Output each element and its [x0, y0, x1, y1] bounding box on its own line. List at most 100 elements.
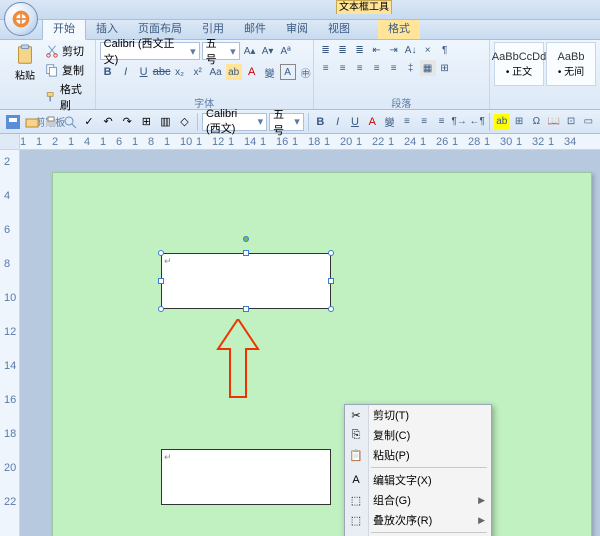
style-no-spacing[interactable]: AaBb • 无间: [546, 42, 596, 86]
handle-w[interactable]: [158, 278, 164, 284]
ctx-edit-text[interactable]: A编辑文字(X): [345, 470, 491, 490]
phonetic-button[interactable]: 變: [262, 64, 278, 80]
copy-button[interactable]: 复制: [42, 61, 91, 79]
copy-icon: ⎘: [345, 426, 367, 444]
qat-align-l[interactable]: ≡: [399, 114, 414, 130]
ribbon-tabs: 开始 插入 页面布局 引用 邮件 审阅 视图 格式: [0, 20, 600, 40]
qat-underline-button[interactable]: U: [347, 114, 362, 130]
font-name-combo[interactable]: Calibri (西文正文)▾: [100, 42, 200, 60]
context-menu: ✂剪切(T) ⎘复制(C) 📋粘贴(P) A编辑文字(X) ⬚组合(G)▶ ⬚叠…: [344, 404, 492, 536]
bullets-button[interactable]: ≣: [318, 42, 334, 58]
qat-preview-icon[interactable]: [61, 113, 78, 131]
qat-shapes-icon[interactable]: ◇: [176, 113, 193, 131]
ctx-group[interactable]: ⬚组合(G)▶: [345, 490, 491, 510]
clear-format-icon[interactable]: Aª: [278, 43, 294, 59]
change-case-button[interactable]: Aa: [208, 64, 224, 80]
align-left-button[interactable]: ≡: [318, 60, 334, 76]
tab-view[interactable]: 视图: [318, 17, 360, 39]
qat-color-button[interactable]: A: [365, 114, 380, 130]
font-color-button[interactable]: A: [244, 64, 260, 80]
qat-phonetic-button[interactable]: 變: [382, 114, 397, 130]
qat-align-r[interactable]: ≡: [434, 114, 449, 130]
shading-button[interactable]: ▦: [420, 60, 436, 76]
qat-columns-icon[interactable]: ▥: [157, 113, 174, 131]
qat-ltr[interactable]: ¶→: [451, 114, 467, 130]
format-painter-button[interactable]: 格式刷: [42, 80, 91, 114]
document-scroll[interactable]: ↵ ↵: [20, 150, 600, 536]
char-border-button[interactable]: A: [280, 64, 296, 80]
highlight-button[interactable]: ab: [226, 64, 242, 80]
ctx-paste[interactable]: 📋粘贴(P): [345, 445, 491, 465]
horizontal-ruler[interactable]: 1121416181101121141161181201221241261281…: [0, 134, 600, 150]
work-area: 246810121416182022 ↵ ↵: [0, 150, 600, 536]
qat-redo-icon[interactable]: ↷: [119, 113, 136, 131]
grow-font-icon[interactable]: A▴: [242, 43, 258, 59]
qat-spell-icon[interactable]: ✓: [80, 113, 97, 131]
qat-borders[interactable]: ⊞: [511, 114, 526, 130]
tab-review[interactable]: 审阅: [276, 17, 318, 39]
tab-format[interactable]: 格式: [378, 17, 420, 39]
bold-button[interactable]: B: [100, 64, 116, 80]
multilevel-button[interactable]: ≣: [352, 42, 368, 58]
qat-print-icon[interactable]: [42, 113, 59, 131]
handle-n[interactable]: [243, 250, 249, 256]
page[interactable]: ↵ ↵: [52, 172, 592, 536]
textbox-2[interactable]: ↵: [161, 449, 331, 505]
sort-button[interactable]: A↓: [403, 42, 419, 58]
strike-button[interactable]: abc: [154, 64, 170, 80]
edit-text-icon: A: [345, 471, 367, 489]
handle-ne[interactable]: [328, 250, 334, 256]
qat-special[interactable]: ⊡: [563, 114, 578, 130]
qat-open-icon[interactable]: [23, 113, 40, 131]
qat-rtl[interactable]: ←¶: [469, 114, 485, 130]
office-button[interactable]: [4, 2, 38, 36]
ctx-cut[interactable]: ✂剪切(T): [345, 405, 491, 425]
justify-button[interactable]: ≡: [369, 60, 385, 76]
align-center-button[interactable]: ≡: [335, 60, 351, 76]
handle-s[interactable]: [243, 306, 249, 312]
handle-se[interactable]: [328, 306, 334, 312]
handle-e[interactable]: [328, 278, 334, 284]
qat-bold-button[interactable]: B: [313, 114, 328, 130]
numbering-button[interactable]: ≣: [335, 42, 351, 58]
rotate-handle[interactable]: [243, 236, 249, 242]
borders-button[interactable]: ⊞: [437, 60, 453, 76]
paste-button[interactable]: 粘贴: [10, 42, 40, 84]
qat-symbols[interactable]: Ω: [529, 114, 544, 130]
order-icon: ⬚: [345, 511, 367, 529]
line-spacing-button[interactable]: ‡: [403, 60, 419, 76]
shrink-font-icon[interactable]: A▾: [260, 43, 276, 59]
vertical-ruler[interactable]: 246810121416182022: [0, 150, 20, 536]
qat-font-combo[interactable]: Calibri (西文)▾: [202, 113, 267, 131]
qat-table-icon[interactable]: ⊞: [138, 113, 155, 131]
show-marks-button[interactable]: ¶: [437, 42, 453, 58]
ctx-order[interactable]: ⬚叠放次序(R)▶: [345, 510, 491, 530]
cut-button[interactable]: 剪切: [42, 42, 91, 60]
qat-undo-icon[interactable]: ↶: [100, 113, 117, 131]
ribbon-group-clipboard: 粘贴 剪切 复制 格式刷 剪贴板: [6, 40, 96, 109]
underline-button[interactable]: U: [136, 64, 152, 80]
tab-mailings[interactable]: 邮件: [234, 17, 276, 39]
ctx-copy[interactable]: ⎘复制(C): [345, 425, 491, 445]
qat-size-combo[interactable]: 五号▾: [269, 113, 304, 131]
handle-nw[interactable]: [158, 250, 164, 256]
superscript-button[interactable]: x²: [190, 64, 206, 80]
font-size-combo[interactable]: 五号▾: [202, 42, 240, 60]
distribute-button[interactable]: ≡: [386, 60, 402, 76]
qat-align-c[interactable]: ≡: [417, 114, 432, 130]
enclose-button[interactable]: ㊥: [298, 64, 314, 80]
handle-sw[interactable]: [158, 306, 164, 312]
increase-indent-button[interactable]: ⇥: [386, 42, 402, 58]
qat-highlight[interactable]: ab: [494, 114, 509, 130]
textbox-selected[interactable]: ↵: [161, 253, 331, 309]
subscript-button[interactable]: x₂: [172, 64, 188, 80]
qat-italic-button[interactable]: I: [330, 114, 345, 130]
decrease-indent-button[interactable]: ⇤: [369, 42, 385, 58]
style-normal[interactable]: AaBbCcDd • 正文: [494, 42, 544, 86]
italic-button[interactable]: I: [118, 64, 134, 80]
qat-read[interactable]: 📖: [546, 114, 561, 130]
qat-save-icon[interactable]: [4, 113, 21, 131]
asian-layout-button[interactable]: ×: [420, 42, 436, 58]
align-right-button[interactable]: ≡: [352, 60, 368, 76]
qat-doc[interactable]: ▭: [581, 114, 596, 130]
